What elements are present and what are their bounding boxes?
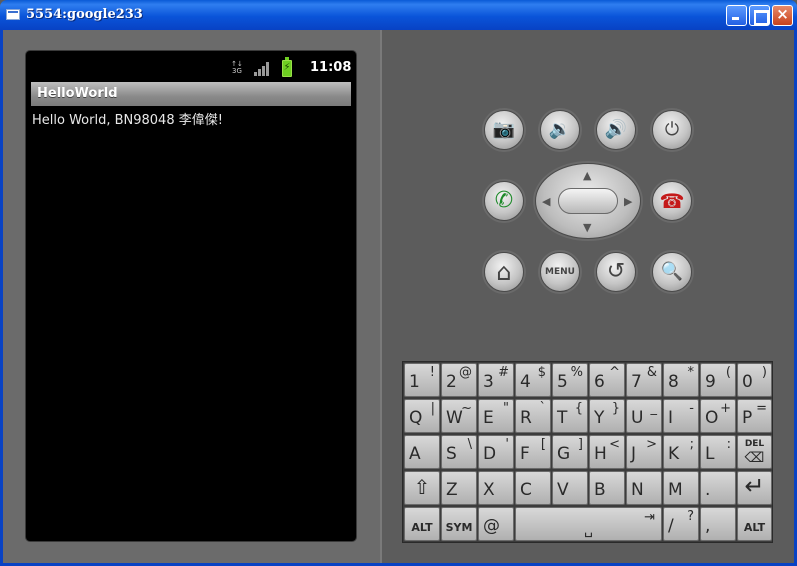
- maximize-button[interactable]: [749, 5, 770, 26]
- back-button[interactable]: ↺: [596, 252, 636, 292]
- app-title-bar: HelloWorld: [31, 82, 351, 106]
- key-s[interactable]: S \: [441, 435, 477, 469]
- key-period[interactable]: .: [700, 471, 736, 505]
- window-titlebar[interactable]: 5554:google233 ×: [0, 0, 797, 30]
- key-u[interactable]: U _: [626, 399, 662, 433]
- backspace-icon: ⌫: [744, 450, 765, 466]
- camera-icon: 📷: [492, 119, 516, 140]
- key-t[interactable]: T{: [552, 399, 588, 433]
- window-title: 5554:google233: [26, 7, 143, 22]
- window-app-icon: [6, 9, 20, 20]
- key-shift[interactable]: ⇧: [404, 471, 440, 505]
- key-enter[interactable]: ↵: [737, 471, 772, 505]
- key-f[interactable]: F[: [515, 435, 551, 469]
- signal-strength-icon: [254, 62, 270, 76]
- del-label: DEL: [744, 439, 765, 449]
- key-6[interactable]: 6 ^: [589, 363, 625, 397]
- back-icon: ↺: [606, 259, 626, 284]
- power-button[interactable]: ⏻: [652, 110, 692, 150]
- key-p[interactable]: P =: [737, 399, 772, 433]
- network-label: 3G: [232, 67, 242, 75]
- device-screen[interactable]: ↑↓ 3G ⚡ 11:08 HelloWorld Hello World, BN…: [25, 50, 357, 542]
- key-q[interactable]: Q |: [404, 399, 440, 433]
- status-time: 11:08: [310, 60, 352, 75]
- dpad-down-icon[interactable]: ▼: [583, 222, 591, 233]
- key-x[interactable]: X: [478, 471, 514, 505]
- dpad-up-icon[interactable]: ▲: [583, 170, 591, 181]
- volume-down-icon: 🔉: [548, 119, 572, 140]
- key-comma[interactable]: ,: [700, 507, 736, 541]
- power-icon: ⏻: [664, 119, 680, 140]
- camera-button[interactable]: 📷: [484, 110, 524, 150]
- key-k[interactable]: K;: [663, 435, 699, 469]
- minimize-button[interactable]: [726, 5, 747, 26]
- hardware-keyboard: 1! 2 @ 3 # 4 $ 5% 6 ^ 7 & 8 * 9( 0) Q | W ~ E " R…: [402, 361, 773, 543]
- end-call-button[interactable]: ☎: [652, 181, 692, 221]
- key-m[interactable]: M: [663, 471, 699, 505]
- key-at[interactable]: @: [478, 507, 514, 541]
- key-0[interactable]: 0): [737, 363, 772, 397]
- phone-call-icon: ✆: [494, 188, 514, 213]
- key-g[interactable]: G]: [552, 435, 588, 469]
- search-icon: 🔍: [660, 261, 684, 282]
- key-5[interactable]: 5%: [552, 363, 588, 397]
- search-button[interactable]: 🔍: [652, 252, 692, 292]
- key-h[interactable]: H <: [589, 435, 625, 469]
- key-o[interactable]: O +: [700, 399, 736, 433]
- key-1[interactable]: 1!: [404, 363, 440, 397]
- key-l[interactable]: L:: [700, 435, 736, 469]
- key-2[interactable]: 2 @: [441, 363, 477, 397]
- dpad-left-icon[interactable]: ◀: [542, 196, 550, 207]
- home-button[interactable]: ⌂: [484, 252, 524, 292]
- key-y[interactable]: Y}: [589, 399, 625, 433]
- key-c[interactable]: C: [515, 471, 551, 505]
- menu-button[interactable]: MENU: [540, 252, 580, 292]
- key-slash[interactable]: /?: [663, 507, 699, 541]
- key-space[interactable]: ⇥ ␣: [515, 507, 662, 541]
- network-3g-icon: ↑↓ 3G: [231, 60, 243, 75]
- key-sym[interactable]: SYM: [441, 507, 477, 541]
- dpad[interactable]: ▲ ▼ ◀ ▶: [535, 163, 641, 239]
- key-v[interactable]: V: [552, 471, 588, 505]
- battery-charging-icon: ⚡: [282, 57, 292, 77]
- end-call-icon: ☎: [659, 189, 685, 213]
- key-z[interactable]: Z: [441, 471, 477, 505]
- key-3[interactable]: 3 #: [478, 363, 514, 397]
- key-i[interactable]: I-: [663, 399, 699, 433]
- key-9[interactable]: 9(: [700, 363, 736, 397]
- hello-text: Hello World, BN98048 李偉傑!: [32, 113, 223, 128]
- call-button[interactable]: ✆: [484, 181, 524, 221]
- key-d[interactable]: D ': [478, 435, 514, 469]
- key-7[interactable]: 7 &: [626, 363, 662, 397]
- dpad-right-icon[interactable]: ▶: [624, 196, 632, 207]
- enter-icon: ↵: [744, 472, 765, 500]
- key-n[interactable]: N: [626, 471, 662, 505]
- home-icon: ⌂: [496, 258, 512, 286]
- shift-icon: ⇧: [413, 475, 431, 499]
- key-w[interactable]: W ~: [441, 399, 477, 433]
- space-icon: ␣: [584, 522, 593, 538]
- close-icon: ×: [776, 5, 789, 23]
- volume-up-icon: 🔊: [604, 119, 628, 140]
- key-alt-right[interactable]: ALT: [737, 507, 772, 541]
- dpad-center-button[interactable]: [558, 188, 618, 214]
- key-alt-left[interactable]: ALT: [404, 507, 440, 541]
- volume-up-button[interactable]: 🔊: [596, 110, 636, 150]
- status-bar: ↑↓ 3G ⚡ 11:08: [26, 51, 356, 81]
- close-button[interactable]: ×: [772, 5, 793, 26]
- key-e[interactable]: E ": [478, 399, 514, 433]
- key-a[interactable]: A: [404, 435, 440, 469]
- key-j[interactable]: J >: [626, 435, 662, 469]
- key-del[interactable]: DEL ⌫: [737, 435, 772, 469]
- app-title: HelloWorld: [37, 86, 118, 101]
- key-r[interactable]: R `: [515, 399, 551, 433]
- key-4[interactable]: 4 $: [515, 363, 551, 397]
- menu-label: MENU: [545, 267, 575, 277]
- key-8[interactable]: 8 *: [663, 363, 699, 397]
- volume-down-button[interactable]: 🔉: [540, 110, 580, 150]
- key-b[interactable]: B: [589, 471, 625, 505]
